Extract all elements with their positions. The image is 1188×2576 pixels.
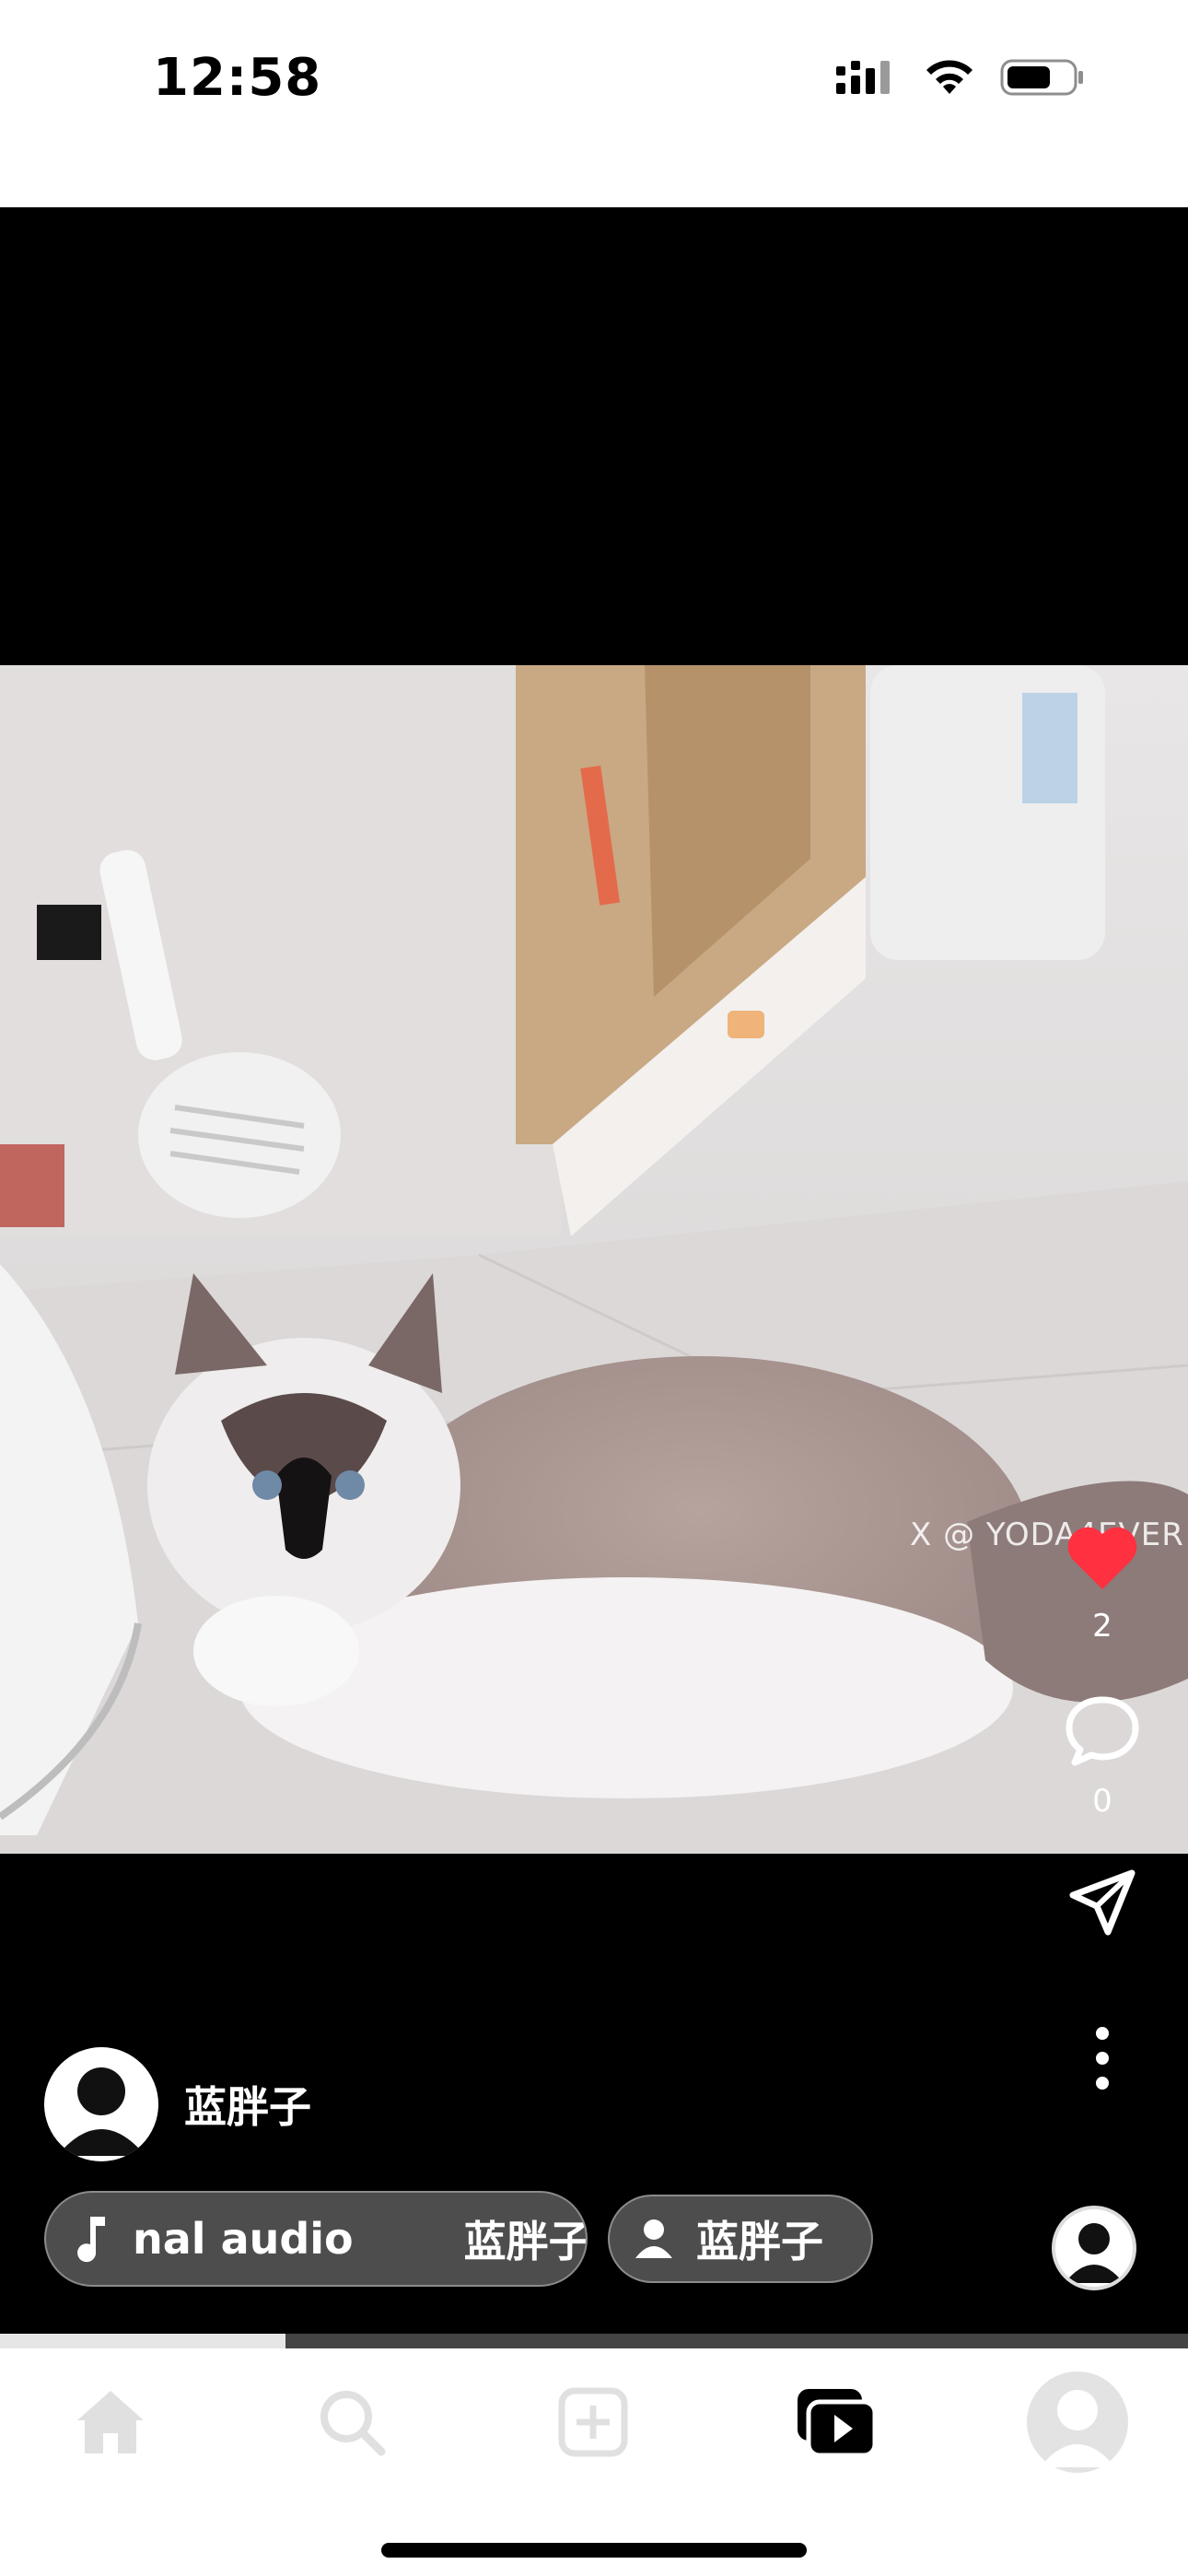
tagged-user-chip[interactable]: 蓝胖子 [608,2195,873,2283]
video-progress-bar[interactable] [0,2334,1188,2348]
author-avatar[interactable] [44,2047,158,2161]
comment-action[interactable]: 0 [1052,1692,1153,1820]
more-action[interactable] [1052,2026,1153,2090]
tagged-user-name: 蓝胖子 [696,2217,823,2266]
video-still-image [0,665,1188,1854]
status-bar: 12:58 [0,0,1188,207]
author-row[interactable]: 蓝胖子 [44,2047,311,2161]
default-avatar-icon [57,2067,146,2156]
wifi-icon [926,60,973,94]
like-action[interactable]: 2 [1052,1525,1153,1645]
profile-icon [1040,2390,1115,2467]
status-time: 12:58 [153,48,322,108]
comment-icon[interactable] [1064,1692,1141,1766]
send-icon[interactable] [1067,1868,1137,1938]
reel-video-frame[interactable] [0,665,1188,1854]
status-icons [834,57,1085,98]
like-count: 2 [1092,1608,1112,1645]
cellular-signal-icon [836,61,890,94]
home-indicator [381,2543,807,2558]
side-actions: 2 0 [1052,1525,1153,2090]
audio-title: nal audio [133,2214,354,2264]
tab-bar [0,2348,1188,2576]
create-icon[interactable] [556,2385,630,2459]
author-name[interactable]: 蓝胖子 [184,2074,311,2135]
tab-create[interactable] [538,2367,648,2477]
reels-icon[interactable] [794,2385,879,2459]
video-progress-fill [0,2334,285,2348]
heart-icon[interactable] [1066,1525,1139,1591]
share-action[interactable] [1052,1868,1153,1938]
profile-avatar[interactable] [1027,2371,1128,2473]
home-icon[interactable] [72,2385,149,2459]
audio-author: 蓝胖子 [463,2217,588,2266]
person-icon [635,2219,672,2258]
music-note-icon [77,2217,105,2263]
tab-profile[interactable] [1022,2367,1133,2477]
audio-chip[interactable]: nal audio 蓝胖子 [44,2191,588,2287]
tab-home[interactable] [55,2367,166,2477]
tab-search[interactable] [297,2367,407,2477]
audio-avatar[interactable] [1052,2206,1136,2290]
default-avatar-icon [1065,2223,1124,2283]
search-icon[interactable] [315,2385,389,2459]
comment-count: 0 [1092,1783,1112,1820]
battery-icon [1000,59,1083,96]
more-options-icon[interactable] [1093,2026,1112,2090]
tab-reels[interactable] [781,2367,891,2477]
